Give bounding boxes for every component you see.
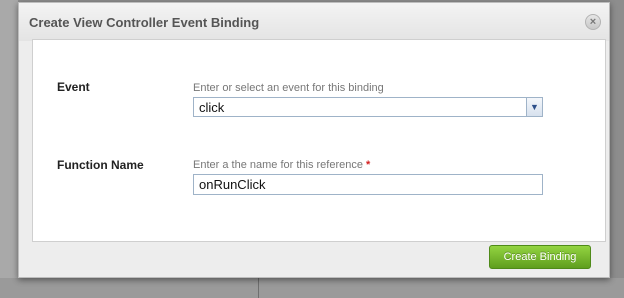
function-name-input[interactable] xyxy=(193,174,543,195)
background-panel xyxy=(0,0,18,298)
background-strip xyxy=(0,278,624,298)
function-name-hint: Enter a the name for this reference * xyxy=(193,159,370,171)
event-select[interactable]: click ▼ xyxy=(193,97,543,117)
dialog-title: Create View Controller Event Binding xyxy=(29,15,260,30)
required-marker: * xyxy=(366,159,371,171)
dialog-header: Create View Controller Event Binding × xyxy=(19,3,609,41)
chevron-down-icon[interactable]: ▼ xyxy=(526,98,542,116)
close-icon[interactable]: × xyxy=(585,14,601,30)
event-select-value: click xyxy=(199,100,225,115)
background-divider xyxy=(258,278,259,298)
dialog-body: Event Enter or select an event for this … xyxy=(32,39,606,242)
function-name-hint-text: Enter a the name for this reference xyxy=(193,159,363,171)
create-binding-button[interactable]: Create Binding xyxy=(489,245,591,269)
function-name-label: Function Name xyxy=(57,158,144,172)
event-binding-dialog: Create View Controller Event Binding × E… xyxy=(18,2,610,278)
event-hint: Enter or select an event for this bindin… xyxy=(193,82,384,94)
event-label: Event xyxy=(57,80,90,94)
